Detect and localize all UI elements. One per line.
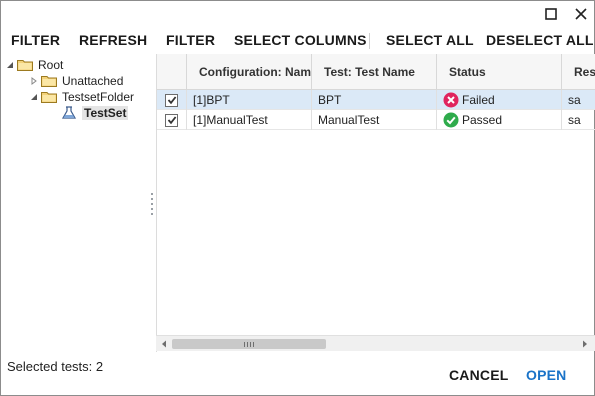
status-label: Failed <box>462 93 495 107</box>
pane-splitter[interactable] <box>150 193 154 215</box>
cell-status: Failed <box>437 90 562 110</box>
failed-icon <box>443 92 459 108</box>
tree-label-testset: TestSet <box>82 106 129 120</box>
toolbar-divider <box>369 33 370 49</box>
folder-icon <box>17 60 33 71</box>
row-select-cell <box>157 90 187 110</box>
tree-node-unattached[interactable]: Unattached <box>29 73 123 89</box>
close-icon <box>575 8 587 20</box>
header-configuration-name[interactable]: Configuration: Name <box>187 54 312 90</box>
horizontal-scrollbar[interactable] <box>156 335 595 351</box>
tree-label-unattached: Unattached <box>62 74 124 88</box>
header-responsible[interactable]: Resp <box>562 54 595 90</box>
header-select-column[interactable] <box>157 54 187 90</box>
grid-header: Configuration: Name Test: Test Name Stat… <box>157 54 595 90</box>
maximize-button[interactable] <box>542 5 560 23</box>
row-select-cell <box>157 110 187 130</box>
select-all-button[interactable]: SELECT ALL <box>386 30 474 50</box>
scrollbar-thumb[interactable] <box>172 339 326 349</box>
tree-node-root[interactable]: Root <box>5 57 63 73</box>
cell-status: Passed <box>437 110 562 130</box>
tree-label-root: Root <box>38 58 64 72</box>
expanded-arrow-icon[interactable] <box>29 92 39 102</box>
cell-configuration: [1]ManualTest <box>187 110 312 130</box>
tests-grid: Configuration: Name Test: Test Name Stat… <box>156 54 595 352</box>
folder-icon <box>41 92 57 103</box>
checkbox-checked-icon <box>167 116 176 125</box>
tree-filter-button[interactable]: FILTER <box>11 30 60 50</box>
cell-configuration: [1]BPT <box>187 90 312 110</box>
table-row[interactable]: [1]BPT BPT Failed sa <box>157 90 595 110</box>
selected-tests-count: Selected tests: 2 <box>7 359 104 374</box>
status-label: Passed <box>462 113 503 127</box>
refresh-button[interactable]: REFRESH <box>79 30 147 50</box>
header-status[interactable]: Status <box>437 54 562 90</box>
cell-responsible: sa <box>562 90 595 110</box>
window-controls <box>542 5 590 23</box>
scroll-left-icon[interactable] <box>158 338 170 350</box>
folder-icon <box>41 76 57 87</box>
tree-node-testset[interactable]: TestSet <box>61 105 129 121</box>
cell-test-name: ManualTest <box>312 110 437 130</box>
open-button[interactable]: OPEN <box>526 367 566 383</box>
maximize-icon <box>545 8 557 20</box>
test-tree: Root Unattached TestsetFolder TestSet <box>5 55 145 345</box>
scroll-right-icon[interactable] <box>579 338 591 350</box>
toolbar: FILTER REFRESH FILTER SELECT COLUMNS SEL… <box>1 30 594 52</box>
table-row[interactable]: [1]ManualTest ManualTest Passed sa <box>157 110 595 130</box>
checkbox-checked-icon <box>167 96 176 105</box>
row-checkbox[interactable] <box>165 93 178 107</box>
cell-test-name: BPT <box>312 90 437 110</box>
select-columns-button[interactable]: SELECT COLUMNS <box>234 30 367 50</box>
tree-node-testsetfolder[interactable]: TestsetFolder <box>29 89 134 105</box>
expanded-arrow-icon[interactable] <box>5 60 15 70</box>
row-checkbox[interactable] <box>165 113 178 127</box>
passed-icon <box>443 112 459 128</box>
header-test-name[interactable]: Test: Test Name <box>312 54 437 90</box>
grid-filter-button[interactable]: FILTER <box>166 30 215 50</box>
cell-responsible: sa <box>562 110 595 130</box>
collapsed-arrow-icon[interactable] <box>29 76 39 86</box>
close-button[interactable] <box>572 5 590 23</box>
select-tests-dialog: FILTER REFRESH FILTER SELECT COLUMNS SEL… <box>0 0 595 396</box>
cancel-button[interactable]: CANCEL <box>449 367 509 383</box>
deselect-all-button[interactable]: DESELECT ALL <box>486 30 594 50</box>
tree-label-testsetfolder: TestsetFolder <box>62 90 135 104</box>
testset-icon <box>61 106 77 119</box>
